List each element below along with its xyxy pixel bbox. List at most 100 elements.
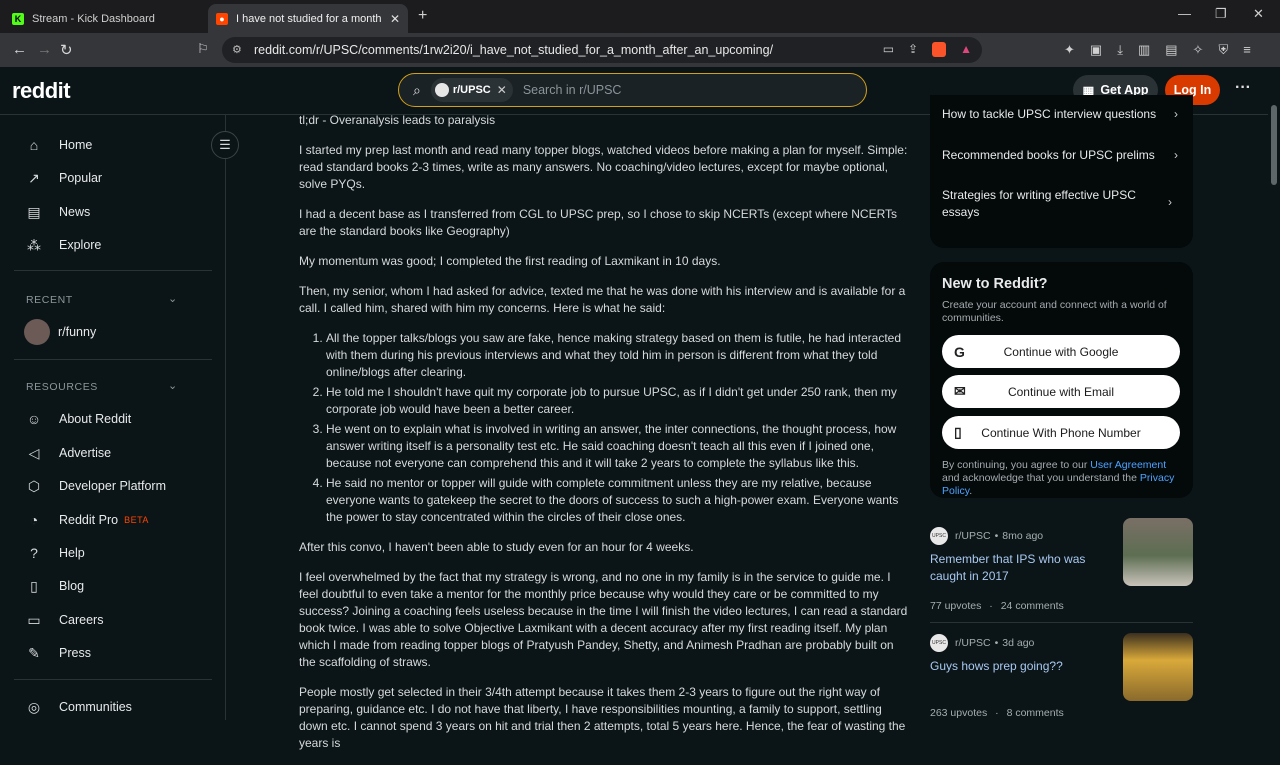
sidebar-item-careers[interactable]: ▭ Careers	[24, 607, 103, 633]
post-age: 3d ago	[1002, 637, 1035, 649]
sidebar-item-about[interactable]: ☺ About Reddit	[24, 406, 131, 432]
post-title[interactable]: Guys hows prep going??	[930, 658, 1105, 675]
related-item[interactable]: Recommended books for UPSC prelims ›	[942, 147, 1182, 164]
sidebar-item-label: Blog	[59, 579, 85, 593]
sidebar-item-blog[interactable]: ▯ Blog	[24, 573, 84, 599]
sidebar-item-popular[interactable]: ↗ Popular	[24, 165, 102, 191]
recommended-post[interactable]: UPSC r/UPSC • 3d ago Guys hows prep goin…	[930, 633, 1193, 720]
post-thumbnail[interactable]	[1123, 518, 1193, 586]
list-item: He told me I shouldn't have quit my corp…	[326, 384, 911, 418]
sidebar-item-news[interactable]: ▤ News	[24, 199, 90, 225]
menu-icon[interactable]: ≡	[1243, 42, 1251, 58]
bookmark-icon[interactable]: ⚐	[197, 41, 209, 57]
post-subreddit[interactable]: r/UPSC	[955, 637, 991, 649]
divider	[930, 622, 1193, 623]
post-paragraph: People mostly get selected in their 3/4t…	[299, 685, 906, 750]
careers-icon: ▭	[27, 611, 41, 628]
extensions-icon[interactable]: ✦	[1064, 42, 1075, 58]
url-field[interactable]: ⚙ reddit.com/r/UPSC/comments/1rw2i20/i_h…	[222, 37, 982, 63]
button-label: Continue with Google	[1003, 344, 1119, 359]
sidebar-item-label: Popular	[59, 171, 103, 185]
sidebar-item-label: r/funny	[58, 325, 97, 339]
forward-icon[interactable]: →	[37, 41, 52, 58]
reload-icon[interactable]: ↻	[60, 41, 73, 59]
continue-google-button[interactable]: G Continue with Google	[942, 335, 1180, 368]
pro-icon: ◔	[29, 512, 39, 528]
continue-phone-button[interactable]: ▯ Continue With Phone Number	[942, 416, 1180, 449]
comment-count: 24 comments	[1000, 600, 1064, 612]
wallet-icon[interactable]: ▤	[1165, 42, 1177, 58]
remove-chip-icon[interactable]: ✕	[497, 83, 507, 97]
share-icon[interactable]: ⇪	[908, 42, 918, 57]
browser-tab-reddit[interactable]: ● I have not studied for a month af ✕	[208, 4, 408, 33]
sidebar-item-advertise[interactable]: ◁ Advertise	[24, 440, 112, 466]
related-item[interactable]: Strategies for writing effective UPSC es…	[942, 187, 1142, 221]
post-subreddit[interactable]: r/UPSC	[955, 530, 991, 542]
legal-text: By continuing, you agree to our User Agr…	[942, 459, 1182, 498]
browser-tab-bar: K Stream - Kick Dashboard ● I have not s…	[0, 0, 1280, 33]
brave-shields-icon[interactable]	[932, 42, 947, 57]
url-text: reddit.com/r/UPSC/comments/1rw2i20/i_hav…	[254, 43, 774, 57]
collapse-sidebar-button[interactable]: ☰	[211, 131, 239, 159]
sidebar-toggle-icon[interactable]: ▥	[1138, 42, 1150, 58]
address-bar: ← → ↻ ⚐ ⚙ reddit.com/r/UPSC/comments/1rw…	[0, 33, 1280, 67]
post-title[interactable]: Remember that IPS who was caught in 2017	[930, 551, 1105, 585]
site-info-icon[interactable]: ⚙	[232, 43, 242, 56]
sidebar-item-home[interactable]: ⌂ Home	[24, 132, 93, 158]
explore-icon: ⁂	[27, 236, 41, 253]
page-scrollbar[interactable]	[1268, 67, 1280, 720]
post-meta: 77 upvotes · 24 comments	[930, 600, 1064, 612]
search-icon: ⌕	[413, 81, 421, 98]
new-to-reddit-card: New to Reddit? Create your account and c…	[930, 262, 1193, 498]
sidebar-item-reddit-pro[interactable]: ◔ Reddit Pro BETA	[24, 507, 149, 533]
reddit-logo[interactable]: reddit	[12, 78, 71, 104]
post-paragraph: I started my prep last month and read ma…	[299, 143, 908, 191]
phone-icon: ▯	[954, 424, 962, 440]
browser-tab-kick[interactable]: K Stream - Kick Dashboard	[4, 4, 204, 33]
tab-search-icon[interactable]: ▣	[1090, 42, 1102, 58]
continue-email-button[interactable]: ✉ Continue with Email	[942, 375, 1180, 408]
related-item[interactable]: How to tackle UPSC interview questions ›	[942, 106, 1182, 123]
resources-header[interactable]: RESOURCES	[26, 381, 98, 393]
post-subreddit-row: UPSC r/UPSC • 8mo ago	[930, 527, 1043, 545]
chevron-right-icon[interactable]: ›	[1168, 195, 1172, 209]
scrollbar-thumb[interactable]	[1271, 105, 1277, 185]
sidebar-item-press[interactable]: ✎ Press	[24, 640, 91, 666]
search-bar[interactable]: ⌕ r/UPSC ✕	[398, 73, 867, 107]
sidebar-item-funny[interactable]: r/funny	[24, 319, 96, 345]
related-label: Strategies for writing effective UPSC es…	[942, 188, 1136, 219]
download-icon[interactable]: ⤓	[1117, 42, 1123, 58]
post-paragraph: Then, my senior, whom I had asked for ad…	[299, 284, 906, 315]
cast-icon[interactable]: ▭	[883, 42, 894, 57]
leo-icon[interactable]: ✧	[1193, 42, 1204, 58]
sidebar-item-developer[interactable]: ⬡ Developer Platform	[24, 473, 166, 499]
recent-header[interactable]: RECENT	[26, 294, 73, 306]
funny-avatar	[24, 319, 50, 345]
back-icon[interactable]: ←	[12, 41, 27, 58]
chevron-up-icon[interactable]: ⌄	[168, 379, 177, 392]
close-window-icon[interactable]: ✕	[1253, 6, 1264, 22]
brave-rewards-icon[interactable]: ▲	[960, 42, 972, 57]
subreddit-chip[interactable]: r/UPSC ✕	[430, 78, 513, 102]
search-input[interactable]	[522, 83, 823, 97]
maximize-icon[interactable]: ❐	[1215, 6, 1227, 22]
kick-icon: K	[12, 12, 24, 25]
close-tab-icon[interactable]: ✕	[390, 12, 400, 26]
post-thumbnail[interactable]	[1123, 633, 1193, 701]
recommended-post[interactable]: UPSC r/UPSC • 8mo ago Remember that IPS …	[930, 518, 1193, 617]
sidebar-item-communities[interactable]: ◎ Communities	[24, 694, 132, 720]
divider	[14, 679, 212, 680]
chevron-up-icon[interactable]: ⌄	[168, 292, 177, 305]
mail-icon: ✉	[954, 383, 966, 399]
post-subreddit-row: UPSC r/UPSC • 3d ago	[930, 634, 1034, 652]
minimize-icon[interactable]: —	[1178, 6, 1191, 21]
upsc-avatar: UPSC	[930, 634, 948, 652]
sidebar-item-explore[interactable]: ⁂ Explore	[24, 232, 101, 258]
new-tab-icon[interactable]: +	[418, 7, 427, 25]
more-options-icon[interactable]: ···	[1235, 79, 1251, 97]
legal-mid: and acknowledge that you understand the	[942, 472, 1140, 484]
user-agreement-link[interactable]: User Agreement	[1090, 459, 1166, 471]
sidebar-item-help[interactable]: ? Help	[24, 540, 85, 566]
vpn-icon[interactable]: ⛨	[1218, 42, 1228, 58]
blog-icon: ▯	[30, 577, 38, 594]
